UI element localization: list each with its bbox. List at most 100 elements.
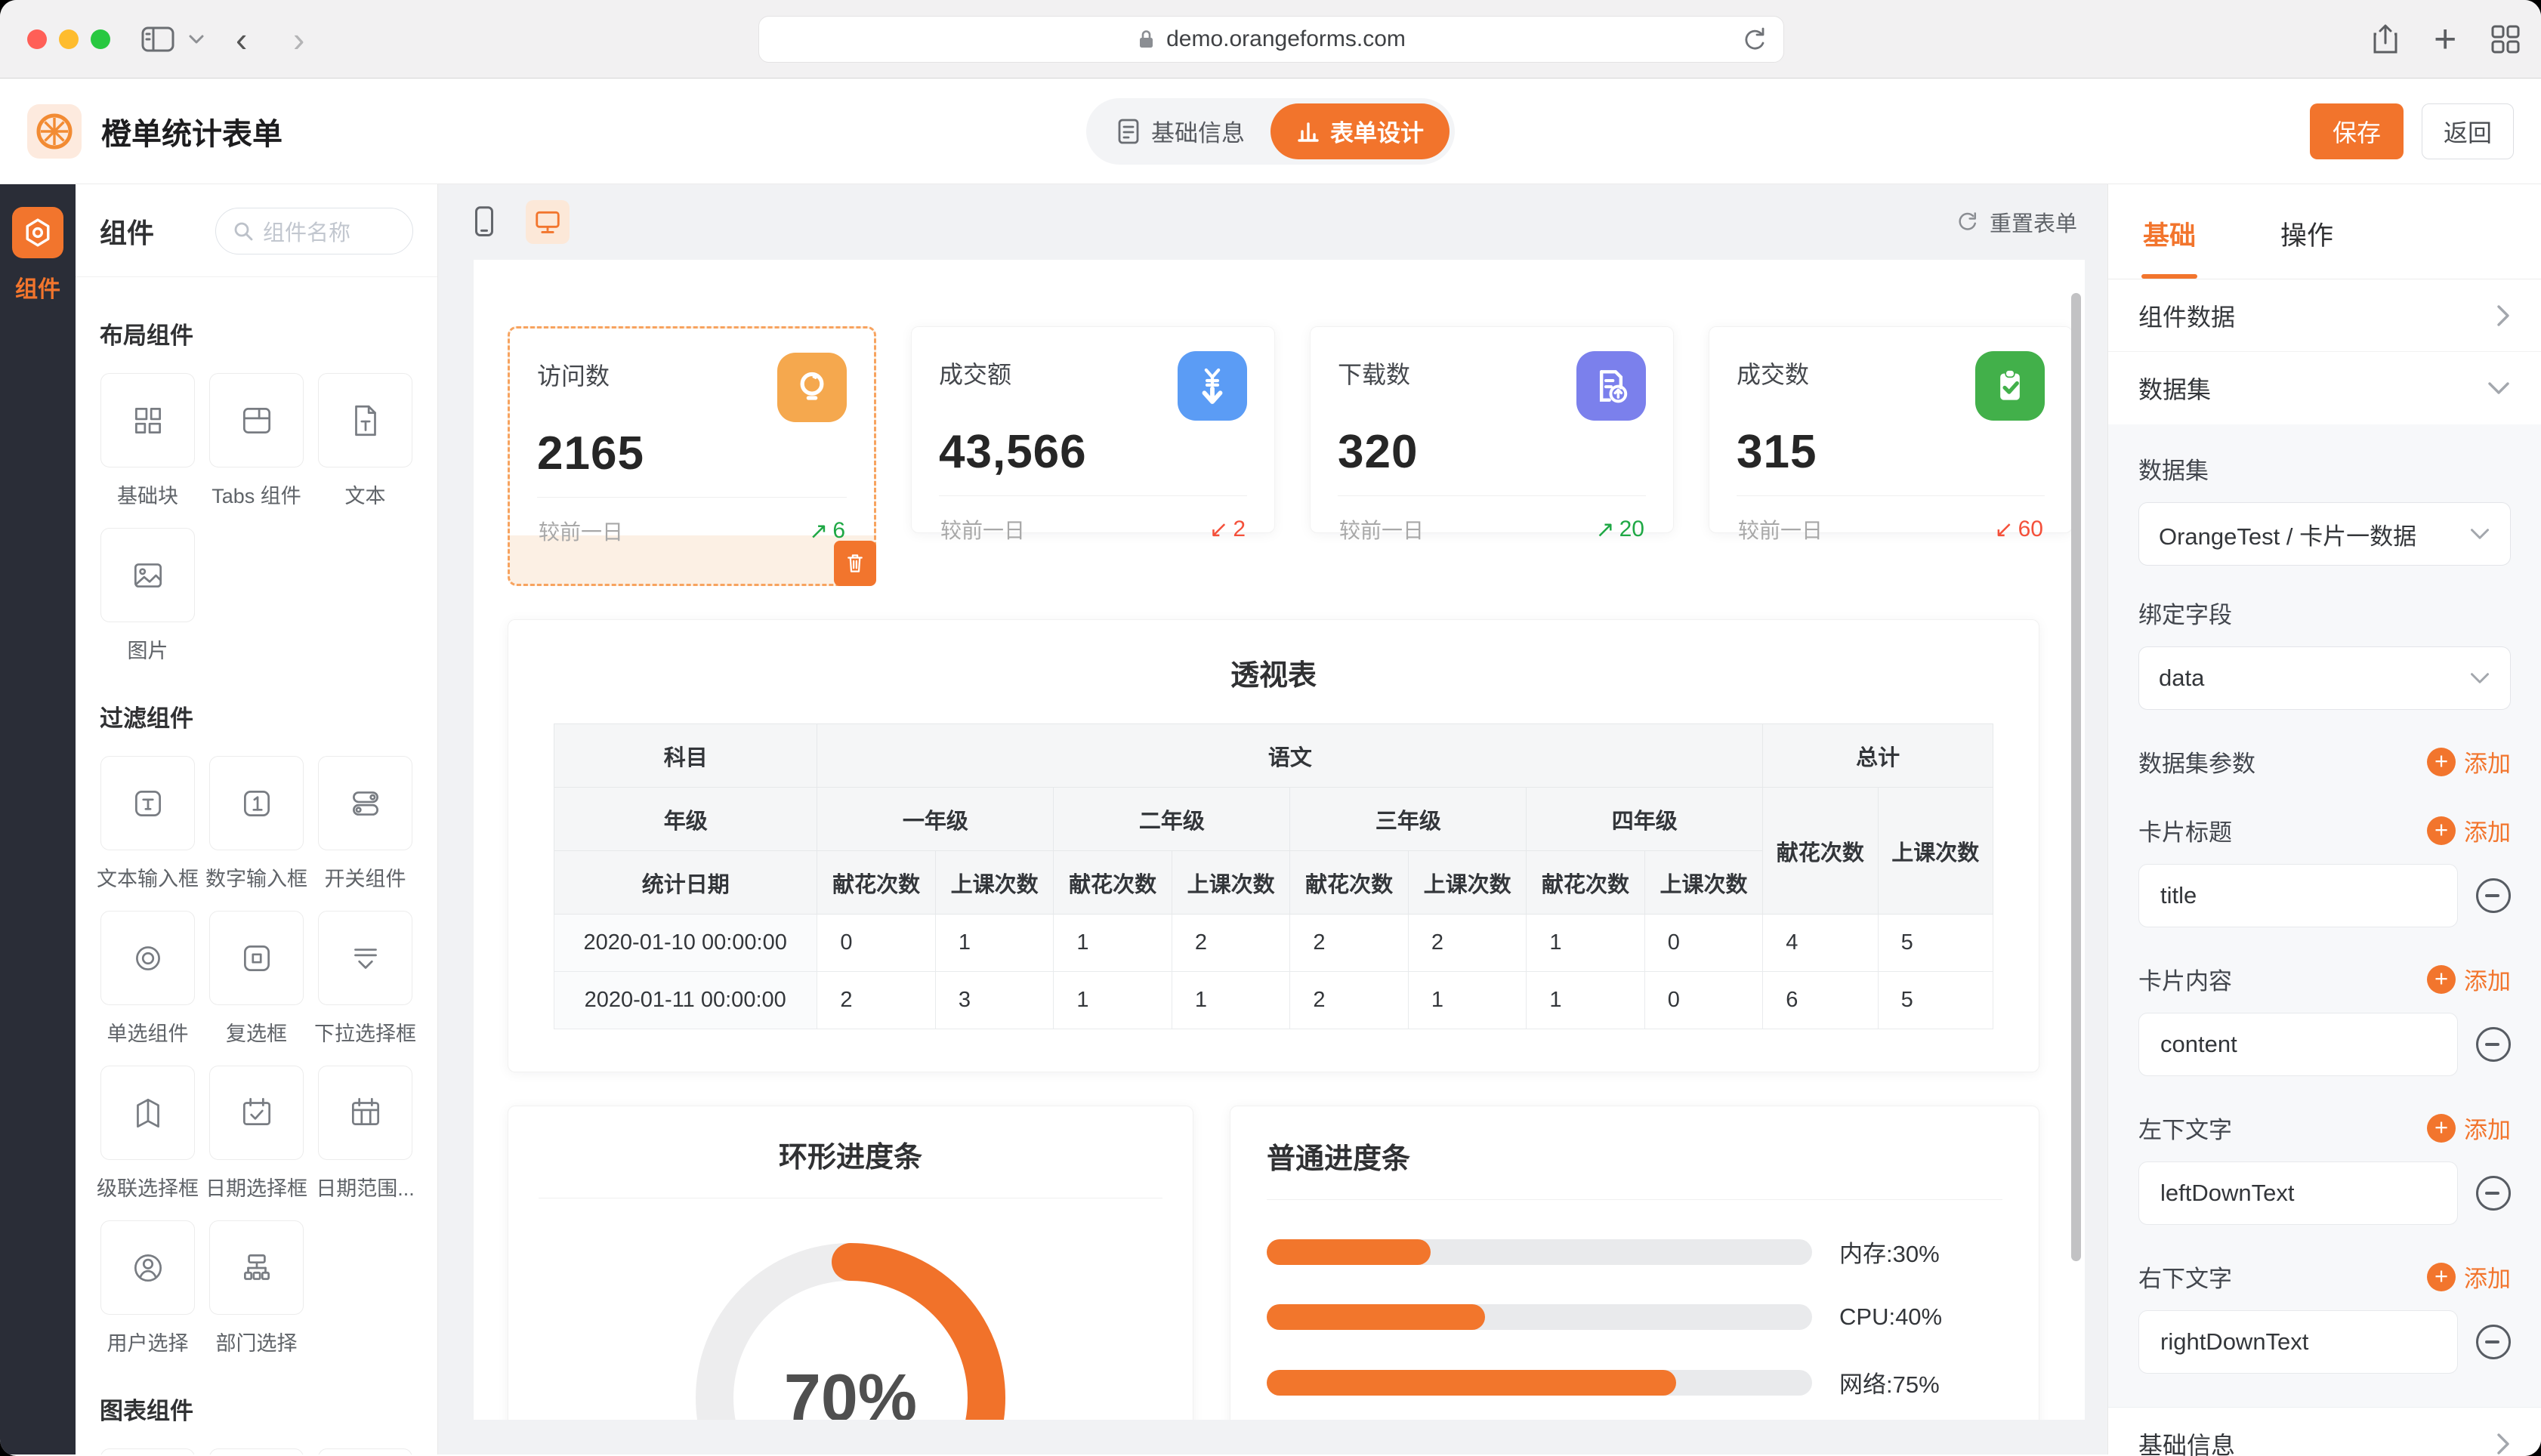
bind-field-select[interactable]: data — [2138, 646, 2511, 710]
component-tile-checkbox[interactable]: 复选框 — [208, 911, 304, 1043]
component-tile-switch[interactable]: 开关组件 — [317, 756, 413, 888]
component-tile-line-chart[interactable] — [100, 1448, 196, 1454]
new-tab-icon[interactable]: + — [2434, 0, 2456, 79]
back-button[interactable]: ‹ — [236, 0, 247, 79]
add-right-down-button[interactable]: +添加 — [2427, 1260, 2511, 1294]
sidebar-toggle-icon[interactable] — [140, 0, 175, 79]
rail-item-label: 组件 — [0, 270, 76, 304]
zoom-window-button[interactable] — [91, 29, 110, 49]
right-down-text-field[interactable]: rightDownText — [2138, 1310, 2458, 1374]
widget-card-turnover[interactable]: 成交额 43,566 较前一日 ↙2 — [911, 326, 1275, 533]
widget-progress-bars[interactable]: 普通进度条 内存:30% CPU:40% — [1230, 1106, 2039, 1420]
minimize-window-button[interactable] — [59, 29, 79, 49]
yuan-download-icon — [1178, 351, 1247, 421]
property-inspector: 基础 操作 组件数据 数据集 数据集 OrangeTest / 卡片一数据 绑定… — [2107, 184, 2541, 1454]
tab-form-design[interactable]: 表单设计 — [1270, 103, 1450, 159]
section-title-filter: 过滤组件 — [100, 699, 413, 733]
plus-circle-icon: + — [2427, 816, 2456, 845]
component-tile-number-input[interactable]: 数字输入框 — [208, 756, 304, 888]
text-doc-icon — [347, 402, 384, 440]
widget-ring-progress[interactable]: 环形进度条 70% — [508, 1106, 1193, 1420]
row-dataset-section[interactable]: 数据集 — [2108, 352, 2541, 424]
widget-card-deals[interactable]: 成交数 315 较前一日 ↙60 — [1709, 326, 2073, 533]
checkbox-icon — [238, 939, 276, 977]
form-design-surface[interactable]: 访问数 2165 较前一日 ↗6 — [474, 260, 2085, 1420]
components-panel-title: 组件 — [100, 211, 154, 251]
designer-nav-tabs: 基础信息 表单设计 — [1086, 98, 1455, 165]
hexagon-component-icon — [18, 213, 57, 252]
remove-card-content-button[interactable] — [2476, 1027, 2511, 1062]
rail-item-components[interactable] — [12, 207, 63, 258]
component-tile-date-picker[interactable]: 日期选择框 — [208, 1066, 304, 1198]
widget-card-downloads[interactable]: 下载数 320 较前一日 ↗20 — [1310, 326, 1674, 533]
component-tile-pie-chart[interactable] — [317, 1448, 413, 1454]
number-input-icon — [238, 785, 276, 822]
share-icon[interactable] — [2370, 0, 2401, 79]
reload-icon[interactable] — [1741, 26, 1768, 60]
desktop-preview-button[interactable] — [526, 200, 570, 244]
card-title-field[interactable]: title — [2138, 864, 2458, 927]
add-card-content-button[interactable]: +添加 — [2427, 962, 2511, 996]
sidebar-chevron-icon[interactable] — [187, 0, 205, 79]
card-content-field[interactable]: content — [2138, 1013, 2458, 1076]
progress-row-network: 网络:75% — [1267, 1365, 2002, 1399]
add-left-down-button[interactable]: +添加 — [2427, 1111, 2511, 1145]
widget-card-visits[interactable]: 访问数 2165 较前一日 ↗6 — [508, 326, 876, 586]
left-down-text-field[interactable]: leftDownText — [2138, 1161, 2458, 1225]
canvas-scrollbar[interactable] — [2071, 293, 2081, 1261]
org-tree-icon — [238, 1249, 276, 1287]
component-tile-select[interactable]: 下拉选择框 — [317, 911, 413, 1043]
trend-indicator: ↙2 — [1209, 517, 1246, 543]
add-dataset-param-button[interactable]: +添加 — [2427, 745, 2511, 779]
form-doc-icon — [1117, 118, 1141, 145]
component-tile-tabs[interactable]: Tabs 组件 — [208, 373, 304, 505]
remove-left-down-button[interactable] — [2476, 1176, 2511, 1211]
component-search-input[interactable]: 组件名称 — [215, 208, 413, 254]
bar-chart-icon — [1296, 119, 1320, 143]
tab-actions[interactable]: 操作 — [2279, 214, 2335, 279]
form-canvas-area: 重置表单 访问数 — [438, 184, 2107, 1454]
row-basic-info[interactable]: 基础信息 — [2108, 1408, 2541, 1456]
component-tile-text-input[interactable]: 文本输入框 — [100, 756, 196, 888]
user-icon — [129, 1249, 167, 1287]
tab-overview-icon[interactable] — [2490, 0, 2521, 79]
progress-row-cpu: CPU:40% — [1267, 1303, 2002, 1331]
divider — [76, 276, 437, 277]
widget-pivot-table[interactable]: 透视表 科目 语文 总计 年级 — [508, 619, 2039, 1072]
address-bar[interactable]: demo.orangeforms.com — [758, 16, 1784, 63]
dataset-select[interactable]: OrangeTest / 卡片一数据 — [2138, 502, 2511, 566]
component-tile-basic-block[interactable]: 基础块 — [100, 373, 196, 505]
component-tile-text[interactable]: 文本 — [317, 373, 413, 505]
forward-button[interactable]: › — [293, 0, 304, 79]
row-component-data[interactable]: 组件数据 — [2108, 279, 2541, 352]
component-tile-cascade[interactable]: 级联选择框 — [100, 1066, 196, 1198]
add-card-title-button[interactable]: +添加 — [2427, 813, 2511, 847]
reset-form-button[interactable]: 重置表单 — [1956, 206, 2077, 238]
calendar-grid-icon — [347, 1094, 384, 1132]
component-tile-date-range[interactable]: 日期范围... — [317, 1066, 413, 1198]
plus-circle-icon: + — [2427, 965, 2456, 994]
radio-icon — [129, 939, 167, 977]
app-logo — [27, 104, 82, 159]
component-tile-image[interactable]: 图片 — [100, 528, 196, 660]
pivot-title: 透视表 — [554, 652, 1993, 693]
image-icon — [129, 557, 167, 594]
component-tile-bar-chart[interactable] — [208, 1448, 304, 1454]
chevron-down-icon — [2469, 671, 2490, 685]
remove-card-title-button[interactable] — [2476, 878, 2511, 913]
tab-basic-info[interactable]: 基础信息 — [1091, 103, 1270, 159]
chevron-down-icon — [2487, 381, 2511, 396]
traffic-lights[interactable] — [27, 29, 110, 49]
page-title: 橙单统计表单 — [101, 110, 283, 153]
delete-widget-button[interactable] — [834, 541, 876, 586]
tab-basic[interactable]: 基础 — [2141, 214, 2197, 279]
plus-circle-icon: + — [2427, 1114, 2456, 1143]
component-tile-radio[interactable]: 单选组件 — [100, 911, 196, 1043]
component-tile-user-picker[interactable]: 用户选择 — [100, 1220, 196, 1353]
mobile-preview-icon[interactable] — [468, 203, 500, 241]
save-button[interactable]: 保存 — [2310, 103, 2404, 159]
back-to-list-button[interactable]: 返回 — [2422, 103, 2514, 159]
close-window-button[interactable] — [27, 29, 47, 49]
component-tile-dept-picker[interactable]: 部门选择 — [208, 1220, 304, 1353]
remove-right-down-button[interactable] — [2476, 1325, 2511, 1359]
